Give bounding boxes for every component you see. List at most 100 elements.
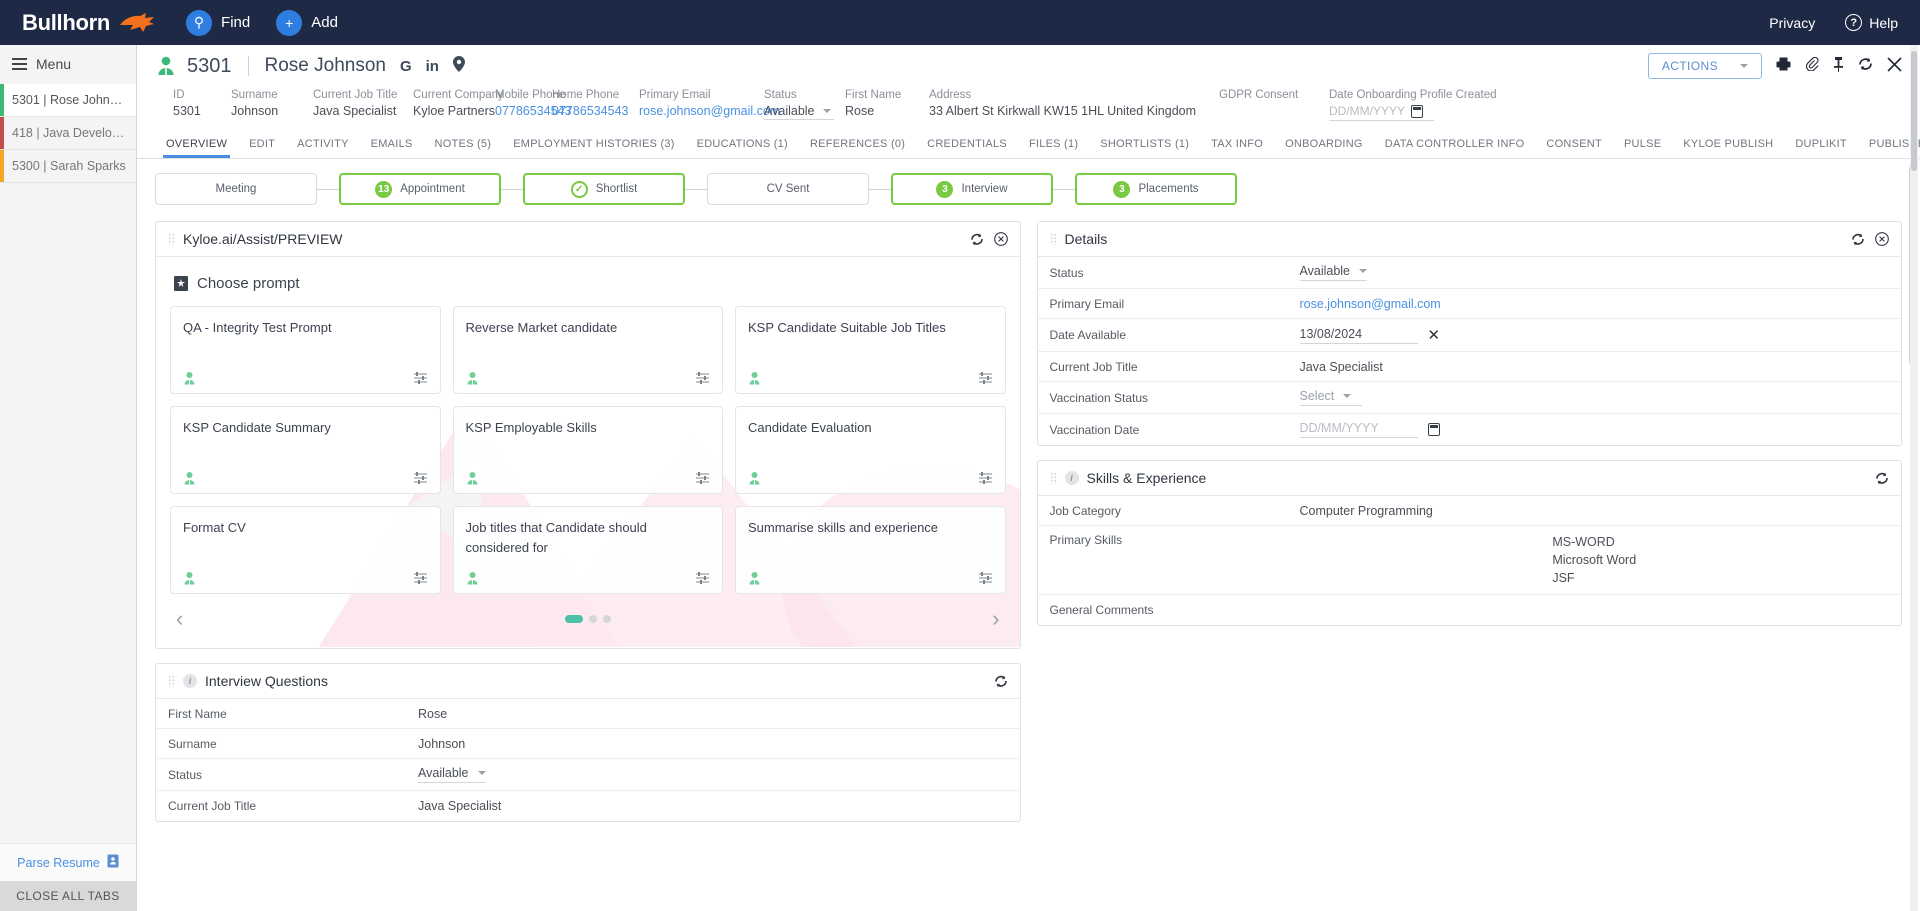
- drag-handle-icon[interactable]: [1049, 472, 1057, 484]
- attachment-icon[interactable]: [1805, 56, 1819, 75]
- tab-files[interactable]: FILES (1): [1018, 133, 1089, 158]
- person-icon: [748, 471, 761, 485]
- tab-credentials[interactable]: CREDENTIALS: [916, 133, 1018, 158]
- meta-field-surname: Surname Johnson: [231, 89, 313, 121]
- tab-duplikit[interactable]: DUPLIKIT: [1784, 133, 1858, 158]
- pipeline-stage-cv-sent[interactable]: CV Sent: [707, 173, 869, 205]
- settings-sliders-icon[interactable]: [413, 371, 428, 385]
- settings-sliders-icon[interactable]: [978, 371, 993, 385]
- prompt-card-footer: [748, 471, 993, 485]
- sidebar-item-rose-johnson[interactable]: 5301 | Rose Johnson: [0, 84, 136, 117]
- tab-employment-histories[interactable]: EMPLOYMENT HISTORIES (3): [502, 133, 685, 158]
- info-icon[interactable]: i: [1064, 471, 1079, 485]
- pipeline-stage-shortlist[interactable]: ✓ Shortlist: [523, 173, 685, 205]
- sidebar-item-sarah-sparks[interactable]: 5300 | Sarah Sparks: [0, 150, 136, 183]
- date-available-input[interactable]: 13/08/2024: [1299, 327, 1418, 344]
- pipeline-stage-meeting[interactable]: Meeting: [155, 173, 317, 205]
- carousel-next-button[interactable]: ›: [992, 608, 999, 630]
- prompt-card[interactable]: Summarise skills and experience: [735, 506, 1006, 594]
- drag-handle-icon[interactable]: [168, 675, 175, 687]
- meta-value-link[interactable]: 07786534543: [552, 104, 639, 118]
- tab-educations[interactable]: EDUCATIONS (1): [686, 133, 799, 158]
- status-dropdown[interactable]: Available: [1299, 264, 1368, 281]
- tab-references[interactable]: REFERENCES (0): [799, 133, 916, 158]
- pipeline-stage-appointment[interactable]: 13 Appointment: [339, 173, 501, 205]
- tab-data-controller-info[interactable]: DATA CONTROLLER INFO: [1374, 133, 1536, 158]
- status-dropdown[interactable]: Available: [418, 766, 486, 783]
- linkedin-icon[interactable]: in: [426, 58, 439, 75]
- prompt-card[interactable]: Job titles that Candidate should conside…: [452, 506, 723, 594]
- meta-value-link[interactable]: rose.johnson@gmail.com: [639, 104, 780, 118]
- find-button[interactable]: ⚲ Find: [186, 9, 250, 36]
- carousel-dot[interactable]: [602, 615, 611, 623]
- add-button[interactable]: + Add: [276, 9, 338, 36]
- refresh-icon[interactable]: [1875, 472, 1889, 485]
- refresh-icon[interactable]: [994, 675, 1008, 688]
- tab-consent[interactable]: CONSENT: [1535, 133, 1613, 158]
- calendar-icon[interactable]: [1411, 104, 1424, 118]
- status-dropdown[interactable]: Available: [764, 104, 834, 120]
- tab-onboarding[interactable]: ONBOARDING: [1274, 133, 1374, 158]
- meta-value-link[interactable]: 07786534543: [495, 104, 571, 118]
- prompt-card[interactable]: KSP Candidate Suitable Job Titles: [735, 306, 1006, 394]
- settings-sliders-icon[interactable]: [695, 571, 710, 585]
- location-pin-icon[interactable]: [452, 56, 465, 76]
- tab-activity[interactable]: ACTIVITY: [286, 133, 360, 158]
- prompt-card[interactable]: QA - Integrity Test Prompt: [170, 306, 441, 394]
- drag-handle-icon[interactable]: [1049, 233, 1057, 245]
- settings-sliders-icon[interactable]: [413, 471, 428, 485]
- refresh-icon[interactable]: [970, 233, 984, 246]
- clear-date-icon[interactable]: ✕: [1428, 326, 1441, 344]
- settings-sliders-icon[interactable]: [978, 571, 993, 585]
- settings-sliders-icon[interactable]: [978, 471, 993, 485]
- meta-field-gdpr-consent: GDPR Consent: [1219, 89, 1329, 121]
- close-icon[interactable]: [1875, 232, 1889, 246]
- google-icon[interactable]: G: [400, 58, 412, 75]
- print-icon[interactable]: [1776, 57, 1791, 75]
- settings-sliders-icon[interactable]: [695, 371, 710, 385]
- settings-sliders-icon[interactable]: [695, 471, 710, 485]
- vaccination-date-input[interactable]: DD/MM/YYYY: [1299, 421, 1418, 438]
- info-icon[interactable]: i: [183, 674, 197, 688]
- close-all-tabs-button[interactable]: CLOSE ALL TABS: [0, 881, 136, 911]
- refresh-icon[interactable]: [1851, 233, 1865, 246]
- prompt-card[interactable]: KSP Candidate Summary: [170, 406, 441, 494]
- privacy-link[interactable]: Privacy: [1769, 15, 1815, 31]
- primary-email-link[interactable]: rose.johnson@gmail.com: [1300, 297, 1890, 311]
- parse-resume-button[interactable]: Parse Resume: [0, 843, 136, 881]
- prompt-card[interactable]: Candidate Evaluation: [735, 406, 1006, 494]
- tab-kyloe-publish[interactable]: KYLOE PUBLISH: [1672, 133, 1784, 158]
- help-link[interactable]: ? Help: [1845, 14, 1898, 31]
- tab-overview[interactable]: OVERVIEW: [155, 133, 238, 158]
- sidebar-item-java-developer[interactable]: 418 | Java Developer: [0, 117, 136, 150]
- close-icon[interactable]: [993, 232, 1008, 246]
- actions-button[interactable]: ACTIONS: [1647, 53, 1762, 79]
- tab-tax-info[interactable]: TAX INFO: [1200, 133, 1274, 158]
- page-scrollbar[interactable]: [1910, 45, 1918, 911]
- carousel-prev-button[interactable]: ‹: [176, 608, 183, 630]
- tab-pulse[interactable]: PULSE: [1613, 133, 1672, 158]
- tab-emails[interactable]: EMAILS: [360, 133, 424, 158]
- pipeline-stage-placements[interactable]: 3 Placements: [1075, 173, 1237, 205]
- settings-sliders-icon[interactable]: [413, 571, 428, 585]
- pipeline-stage-interview[interactable]: 3 Interview: [891, 173, 1053, 205]
- close-icon[interactable]: [1887, 56, 1902, 76]
- carousel-dot-active[interactable]: [564, 615, 583, 623]
- carousel-dot[interactable]: [588, 615, 597, 623]
- calendar-icon[interactable]: [1427, 423, 1440, 436]
- choose-prompt-header: Choose prompt: [174, 275, 1006, 292]
- onboarding-date-input[interactable]: DD/MM/YYYY: [1329, 104, 1434, 121]
- tab-shortlists[interactable]: SHORTLISTS (1): [1089, 133, 1200, 158]
- page-scrollbar-thumb[interactable]: [1911, 51, 1917, 171]
- bullhorn-logo[interactable]: Bullhorn: [22, 10, 158, 36]
- prompt-card[interactable]: KSP Employable Skills: [452, 406, 723, 494]
- prompt-card[interactable]: Reverse Market candidate: [452, 306, 723, 394]
- pin-icon[interactable]: [1833, 56, 1844, 76]
- refresh-icon[interactable]: [1858, 57, 1873, 75]
- tab-notes[interactable]: NOTES (5): [424, 133, 503, 158]
- prompt-card[interactable]: Format CV: [170, 506, 441, 594]
- vaccination-status-dropdown[interactable]: Select: [1299, 389, 1362, 406]
- tab-edit[interactable]: EDIT: [238, 133, 286, 158]
- menu-toggle[interactable]: Menu: [0, 45, 136, 84]
- drag-handle-icon[interactable]: [168, 233, 175, 245]
